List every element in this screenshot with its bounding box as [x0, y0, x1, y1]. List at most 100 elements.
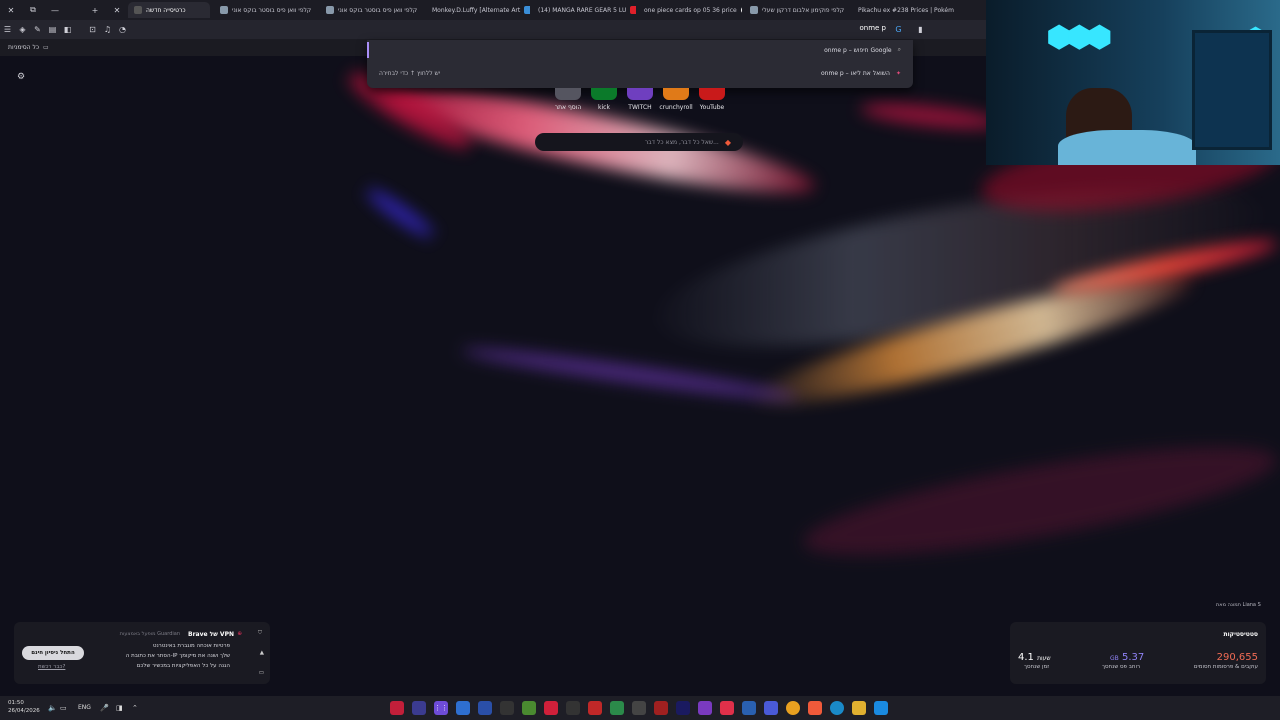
start-trial-button[interactable]: התחל ניסיון חינם — [22, 646, 84, 660]
ask-anything-input[interactable]: שאל כל דבר, מצא כל דבר... ◆ — [535, 133, 743, 151]
shield-icon: ⛉ — [257, 630, 262, 636]
screenshot-icon[interactable]: ⊡ — [85, 20, 100, 39]
trackers-blocked-value: 290,655 — [1216, 652, 1258, 663]
music-icon[interactable]: ♫ — [100, 20, 115, 39]
chrome-icon[interactable] — [786, 701, 800, 715]
bookmark-icon[interactable]: ▮ — [913, 20, 928, 39]
time-saved-label: זמן שנחסך — [1024, 664, 1050, 670]
app-icon[interactable] — [654, 701, 668, 715]
app-icon[interactable] — [764, 701, 778, 715]
trackers-blocked-label: עוקבים & פרסומות חסומים — [1193, 664, 1258, 670]
network-icon[interactable]: ▭ — [60, 704, 67, 712]
time-saved-unit: שעות — [1037, 655, 1051, 662]
shortcut-twitch[interactable]: TWITCH — [625, 88, 655, 111]
app-icon[interactable] — [632, 701, 646, 715]
neon-hexagon-decor: ⬢⬢⬢ — [1046, 20, 1113, 55]
vpn-icon: ⊕ — [237, 631, 242, 637]
app-icon[interactable] — [610, 701, 624, 715]
bandwidth-saved-unit: GB — [1110, 655, 1119, 662]
app-icon[interactable] — [522, 701, 536, 715]
wallet-icon[interactable]: ▤ — [45, 20, 60, 39]
plus-icon — [555, 88, 581, 100]
all-bookmarks[interactable]: כל הסימניות ▭ — [8, 44, 49, 51]
folder-icon[interactable] — [852, 701, 866, 715]
app-icon[interactable] — [478, 701, 492, 715]
twitch-icon — [627, 88, 653, 100]
shield-icon[interactable]: ◈ — [15, 20, 30, 39]
mic-icon[interactable]: 🎤 — [100, 704, 109, 712]
leo-icon: ✦ — [895, 70, 901, 77]
app-icon[interactable] — [676, 701, 690, 715]
app-icon[interactable] — [874, 701, 888, 715]
shortcut-add-site[interactable]: הוסף אתר — [553, 88, 583, 111]
vpn-widget: Brave של VPN ⊕ ⛉ מופעל באמצעות Guardian … — [14, 622, 270, 684]
app-icon[interactable] — [390, 701, 404, 715]
arrow-up-icon[interactable]: ▲ — [260, 650, 264, 656]
app-icon[interactable] — [500, 701, 514, 715]
shield-icon — [134, 6, 142, 14]
already-purchased-link[interactable]: כבר רכשת? — [38, 664, 65, 670]
restore-icon[interactable]: ⧉ — [22, 0, 44, 20]
language-indicator[interactable]: ENG — [78, 704, 91, 711]
volume-icon[interactable]: 🔈 — [48, 704, 57, 712]
crunchyroll-icon — [663, 88, 689, 100]
app-icon[interactable] — [412, 701, 426, 715]
shortcut-crunchyroll[interactable]: crunchyroll — [659, 88, 693, 111]
google-icon — [740, 6, 742, 14]
app-icon[interactable] — [544, 701, 558, 715]
tab[interactable]: קלפי וואן פיס בוסטר בוקס אוני — [214, 2, 318, 18]
google-icon: G — [895, 25, 902, 34]
close-window-icon[interactable]: ✕ — [0, 0, 22, 20]
time-saved-value: שעות 4.1 — [1018, 652, 1051, 663]
window-decor — [1192, 30, 1272, 150]
tray-icon[interactable]: ◨ — [116, 704, 123, 712]
app-icon[interactable] — [742, 701, 756, 715]
minimize-icon[interactable]: — — [44, 0, 66, 20]
new-tab-button[interactable]: + — [84, 0, 106, 20]
tab[interactable]: קלפי וואן פיס בוסטר בוקס אוני — [320, 2, 424, 18]
app-icon[interactable] — [720, 701, 734, 715]
suggestion-leo[interactable]: onme p – השואל את ליאו ✦ — [821, 70, 901, 77]
brave-icon[interactable] — [808, 701, 822, 715]
bandwidth-saved-label: רוחב פס שנחסך — [1102, 664, 1141, 670]
extension-icon[interactable]: ✎ — [30, 20, 45, 39]
chevron-up-icon[interactable]: ⌃ — [132, 704, 138, 712]
site-icon — [750, 6, 758, 14]
search-icon: ⌕ — [897, 46, 901, 53]
app-icon[interactable] — [566, 701, 580, 715]
tab[interactable]: (14) MANGA RARE GEAR 5 LU — [532, 2, 636, 18]
youtube-icon — [630, 6, 636, 14]
omnibox-dropdown: onme p – חיפוש Google ⌕ onme p – השואל א… — [367, 40, 913, 88]
suggestion-hint: יש ללחוץ ↑ כדי לבחירה — [379, 70, 441, 77]
tab[interactable]: קלפי פוקימון אלבום דרקון שעלי — [744, 2, 850, 18]
app-icon[interactable] — [698, 701, 712, 715]
edge-icon[interactable] — [830, 701, 844, 715]
app-icon[interactable] — [588, 701, 602, 715]
tab[interactable]: Monkey.D.Luffy [Alternate Art — [426, 2, 530, 18]
address-bar-input[interactable]: onme p — [840, 24, 886, 32]
close-tab-icon[interactable]: ✕ — [106, 0, 128, 20]
leo-icon[interactable]: ◔ — [115, 20, 130, 39]
tab[interactable]: Pikachu ex #238 Prices | Pokém — [852, 2, 958, 18]
shortcut-kick[interactable]: kick — [589, 88, 619, 111]
card-icon[interactable]: ▭ — [259, 670, 264, 676]
photo-credit: תמונה מאת Liana S — [1216, 602, 1261, 608]
shortcut-youtube[interactable]: YouTube — [697, 88, 727, 111]
clock[interactable]: 01:50 26/04/2026 — [8, 699, 40, 715]
toolbar: ☰ ◈ ✎ ▤ ◧ ⊡ ♫ ◔ ▮ G — [0, 20, 986, 39]
vpn-feature: הגנה על כל האפליקציות במכשיר שלכם — [136, 663, 230, 669]
sidebar-icon[interactable]: ◧ — [60, 20, 75, 39]
menu-icon[interactable]: ☰ — [0, 20, 15, 39]
site-icon — [326, 6, 334, 14]
vpn-feature: הסתר את כתובת ה-IP שלך ושנה את מיקומך — [125, 653, 230, 659]
app-icon[interactable] — [456, 701, 470, 715]
site-icon — [524, 6, 530, 14]
start-menu-icon[interactable]: ⋮⋮ — [434, 701, 448, 715]
tab[interactable]: one piece cards op 05 36 price — [638, 2, 742, 18]
suggestion-search[interactable]: onme p – חיפוש Google ⌕ — [824, 46, 901, 54]
guardian-note: מופעל באמצעות Guardian — [119, 631, 180, 637]
gear-icon[interactable]: ⚙ — [17, 72, 25, 82]
person-shirt — [1058, 130, 1196, 165]
tab[interactable]: כרטיסייה חדשה — [128, 2, 210, 18]
stats-title: סטטיסטיקות — [1223, 631, 1259, 638]
